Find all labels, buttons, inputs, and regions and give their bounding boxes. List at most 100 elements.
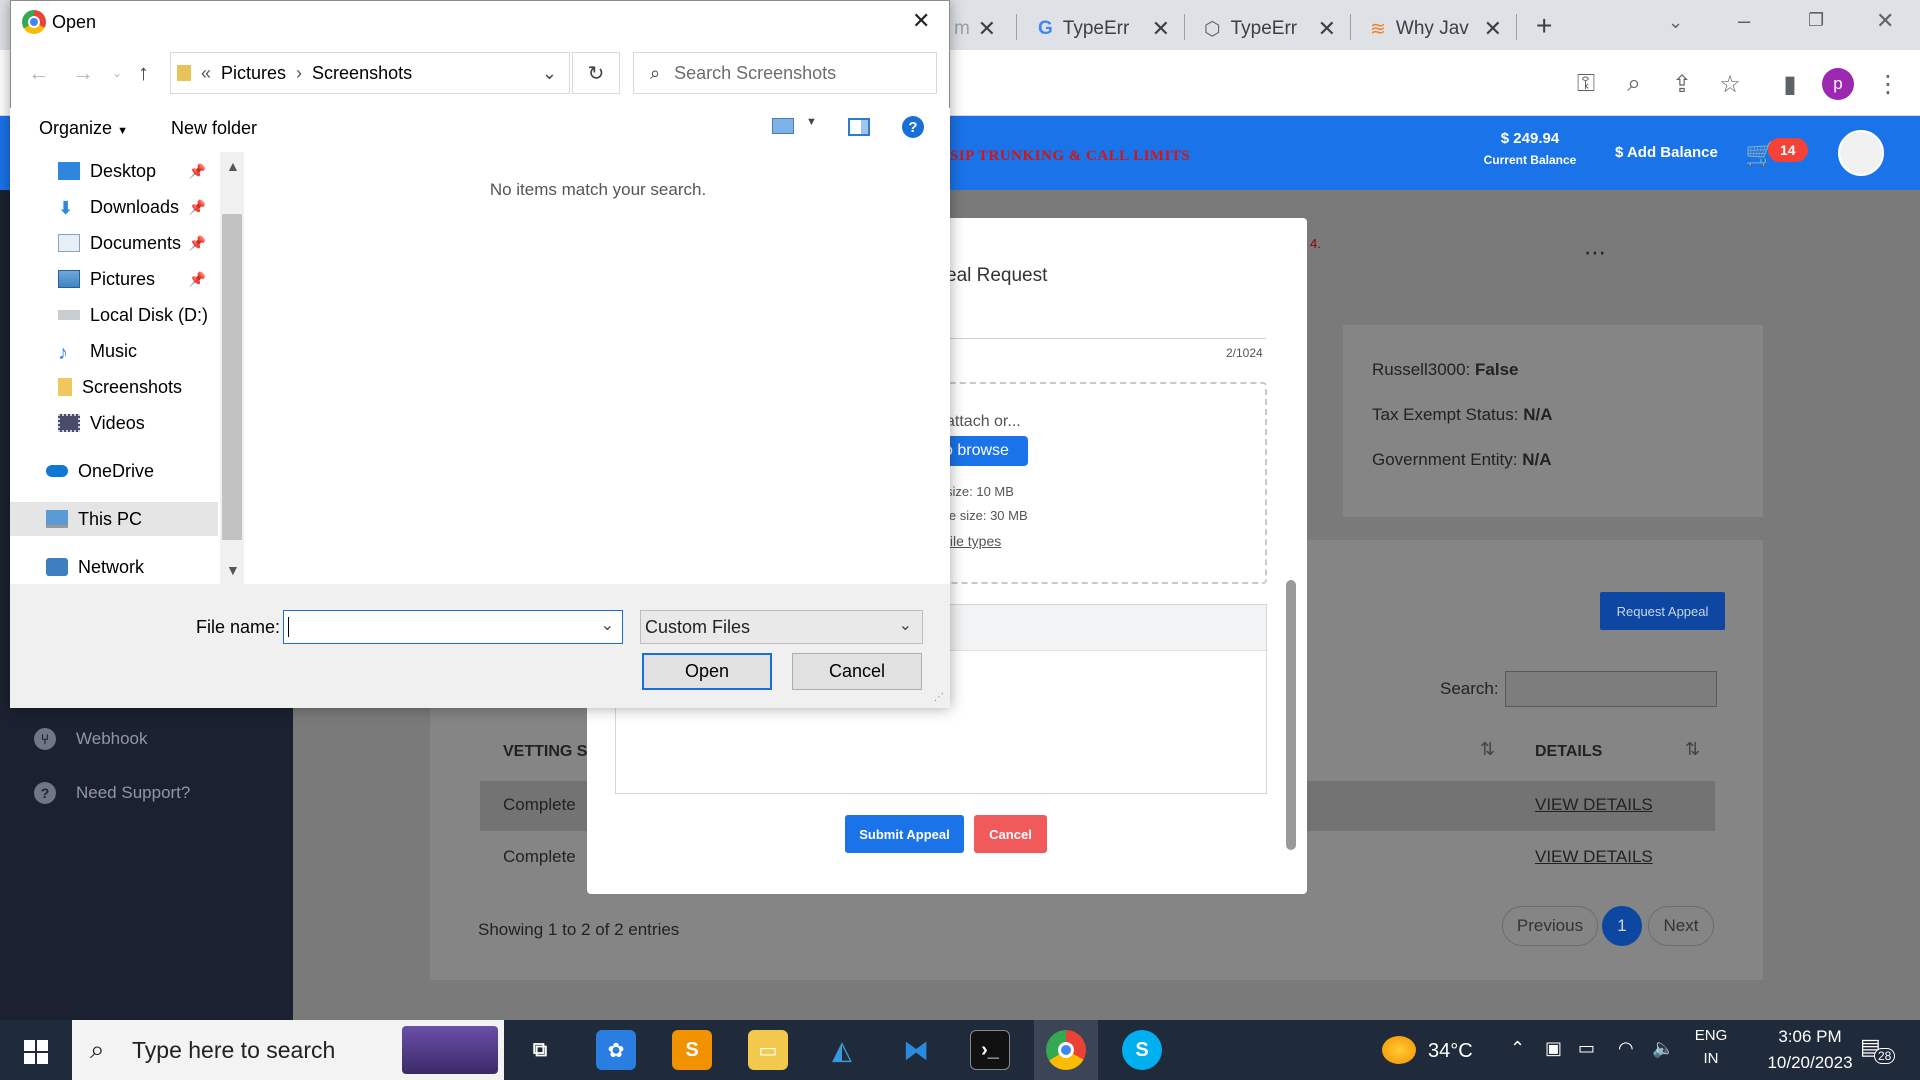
side-panel-icon[interactable]: ▮ bbox=[1774, 68, 1806, 100]
breadcrumb-screenshots[interactable]: Screenshots bbox=[312, 63, 412, 84]
restore-icon[interactable]: ❐ bbox=[1808, 10, 1824, 31]
clock[interactable]: 3:06 PM 10/20/2023 bbox=[1750, 1027, 1870, 1073]
view-details-link[interactable]: VIEW DETAILS bbox=[1535, 847, 1653, 867]
browser-tab[interactable]: m ✕ bbox=[940, 8, 1010, 50]
nav-item-desktop[interactable]: Desktop 📌 bbox=[10, 154, 218, 188]
bookmark-star-icon[interactable]: ☆ bbox=[1714, 68, 1746, 100]
submit-appeal-button[interactable]: Submit Appeal bbox=[845, 815, 964, 853]
sort-icon[interactable]: ⇅ bbox=[1685, 739, 1700, 760]
tab-close-icon[interactable]: ✕ bbox=[1318, 16, 1336, 42]
tab-search-icon[interactable]: ⌄ bbox=[1668, 12, 1683, 33]
wifi-icon[interactable]: ◠ bbox=[1618, 1038, 1634, 1059]
file-types-link[interactable]: file types bbox=[946, 533, 1001, 549]
profile-avatar[interactable]: p bbox=[1822, 68, 1854, 100]
request-appeal-button[interactable]: Request Appeal bbox=[1600, 592, 1725, 630]
browser-tab[interactable]: ≋ Why Jav ✕ bbox=[1356, 8, 1516, 50]
sort-icon[interactable]: ⇅ bbox=[1480, 739, 1495, 760]
nav-item-documents[interactable]: Documents 📌 bbox=[10, 226, 218, 260]
up-arrow-icon[interactable]: ↑ bbox=[138, 60, 149, 86]
nav-item-network[interactable]: Network bbox=[10, 550, 218, 584]
pagination-page-1[interactable]: 1 bbox=[1602, 906, 1642, 946]
temperature[interactable]: 34°C bbox=[1428, 1040, 1473, 1063]
view-details-link[interactable]: VIEW DETAILS bbox=[1535, 795, 1653, 815]
vscode-icon[interactable]: ⧓ bbox=[896, 1030, 936, 1070]
nav-item-screenshots[interactable]: Screenshots bbox=[10, 370, 218, 404]
taskbar-search-box[interactable]: ⌕ Type here to search bbox=[72, 1020, 504, 1080]
file-explorer-icon[interactable]: ▭ bbox=[748, 1030, 788, 1070]
dialog-close-icon[interactable]: ✕ bbox=[912, 8, 930, 34]
skype-icon[interactable]: S bbox=[1122, 1030, 1162, 1070]
zoom-icon[interactable]: ⌕ bbox=[1618, 68, 1650, 100]
modal-scrollbar[interactable] bbox=[1286, 580, 1296, 850]
terminal-icon[interactable]: ›_ bbox=[970, 1030, 1010, 1070]
cancel-button[interactable]: Cancel bbox=[792, 653, 922, 690]
menu-kebab-icon[interactable]: ⋮ bbox=[1872, 68, 1904, 100]
sublime-text-icon[interactable]: S bbox=[672, 1030, 712, 1070]
table-search-input[interactable] bbox=[1505, 671, 1717, 707]
dialog-search-input[interactable]: ⌕ Search Screenshots bbox=[633, 52, 937, 94]
add-balance-button[interactable]: $ Add Balance bbox=[1615, 144, 1718, 161]
breadcrumb-pictures[interactable]: Pictures bbox=[221, 63, 286, 84]
window-close-icon[interactable]: ✕ bbox=[1876, 8, 1894, 34]
show-hidden-icons[interactable]: ⌃ bbox=[1510, 1038, 1525, 1059]
file-name-input[interactable]: ⌄ bbox=[283, 610, 623, 644]
meet-icon[interactable]: ▣ bbox=[1545, 1038, 1562, 1059]
browser-tab[interactable]: ⬡ TypeErr ✕ bbox=[1190, 8, 1350, 50]
minimize-icon[interactable]: – bbox=[1738, 8, 1750, 34]
address-dropdown-icon[interactable]: ⌄ bbox=[542, 63, 557, 84]
preview-pane-icon[interactable] bbox=[848, 118, 870, 136]
battery-icon[interactable]: ▭ bbox=[1578, 1038, 1595, 1059]
refresh-icon[interactable]: ↻ bbox=[572, 52, 620, 94]
pin-icon[interactable]: 📌 bbox=[189, 163, 206, 180]
pin-icon[interactable]: 📌 bbox=[189, 271, 206, 288]
pagination-previous[interactable]: Previous bbox=[1502, 906, 1598, 946]
nav-item-music[interactable]: ♪ Music bbox=[10, 334, 218, 368]
tab-close-icon[interactable]: ✕ bbox=[978, 16, 996, 42]
recent-locations-icon[interactable]: ⌄ bbox=[112, 66, 122, 80]
nav-item-this-pc[interactable]: This PC bbox=[10, 502, 218, 536]
organize-menu[interactable]: Organize ▼ bbox=[39, 118, 128, 139]
open-button[interactable]: Open bbox=[642, 653, 772, 690]
nav-item-downloads[interactable]: ⬇ Downloads 📌 bbox=[10, 190, 218, 224]
pin-icon[interactable]: 📌 bbox=[189, 235, 206, 252]
windows-start-icon[interactable] bbox=[24, 1040, 48, 1064]
language-indicator[interactable]: ENG IN bbox=[1692, 1027, 1730, 1067]
browser-tab[interactable]: G TypeErr ✕ bbox=[1024, 8, 1184, 50]
nav-link-sip-trunking[interactable]: SIP TRUNKING & CALL LIMITS bbox=[950, 148, 1190, 165]
file-type-select[interactable]: Custom Files ⌄ bbox=[640, 610, 923, 644]
sidebar-item-support[interactable]: ? Need Support? bbox=[34, 782, 190, 804]
more-options-icon[interactable]: ⋯ bbox=[1584, 240, 1606, 266]
nav-item-local-disk[interactable]: Local Disk (D:) bbox=[10, 298, 218, 332]
new-tab-button[interactable]: + bbox=[1536, 10, 1552, 42]
nav-item-pictures[interactable]: Pictures 📌 bbox=[10, 262, 218, 296]
tab-close-icon[interactable]: ✕ bbox=[1484, 16, 1502, 42]
nav-scroll-thumb[interactable] bbox=[222, 214, 242, 540]
resize-grip-icon[interactable]: ⋰ bbox=[934, 692, 944, 703]
scroll-down-icon[interactable]: ▼ bbox=[226, 562, 240, 578]
nav-item-videos[interactable]: Videos bbox=[10, 406, 218, 440]
task-view-icon[interactable]: ⧉ bbox=[520, 1030, 560, 1070]
address-bar[interactable]: « Pictures › Screenshots ⌄ bbox=[170, 52, 570, 94]
volume-icon[interactable]: 🔈 bbox=[1652, 1038, 1674, 1059]
column-header-vetting[interactable]: VETTING S bbox=[503, 743, 587, 761]
view-dropdown-icon[interactable]: ▼ bbox=[806, 116, 817, 128]
modal-cancel-button[interactable]: Cancel bbox=[974, 815, 1047, 853]
weather-icon[interactable] bbox=[1382, 1036, 1416, 1064]
share-icon[interactable]: ⇪ bbox=[1666, 68, 1698, 100]
sidebar-item-webhook[interactable]: ⑂ Webhook bbox=[34, 728, 148, 750]
pagination-next[interactable]: Next bbox=[1648, 906, 1714, 946]
help-icon[interactable]: ? bbox=[902, 116, 924, 138]
dolphin-app-icon[interactable]: ◭ bbox=[822, 1030, 862, 1070]
file-list-area[interactable] bbox=[246, 152, 950, 584]
chrome-taskbar-icon[interactable] bbox=[1046, 1030, 1086, 1070]
pin-icon[interactable]: 📌 bbox=[189, 199, 206, 216]
key-icon[interactable]: ⚿ bbox=[1570, 68, 1602, 100]
chevron-down-icon[interactable]: ⌄ bbox=[601, 615, 614, 635]
forward-arrow-icon[interactable]: → bbox=[72, 60, 94, 86]
app-icon-blue[interactable]: ✿ bbox=[596, 1030, 636, 1070]
nav-item-onedrive[interactable]: OneDrive bbox=[10, 454, 218, 488]
new-folder-button[interactable]: New folder bbox=[171, 118, 257, 139]
user-avatar[interactable] bbox=[1838, 130, 1884, 176]
view-options-icon[interactable] bbox=[772, 118, 794, 134]
notification-center[interactable]: ▤ 28 bbox=[1860, 1034, 1896, 1068]
